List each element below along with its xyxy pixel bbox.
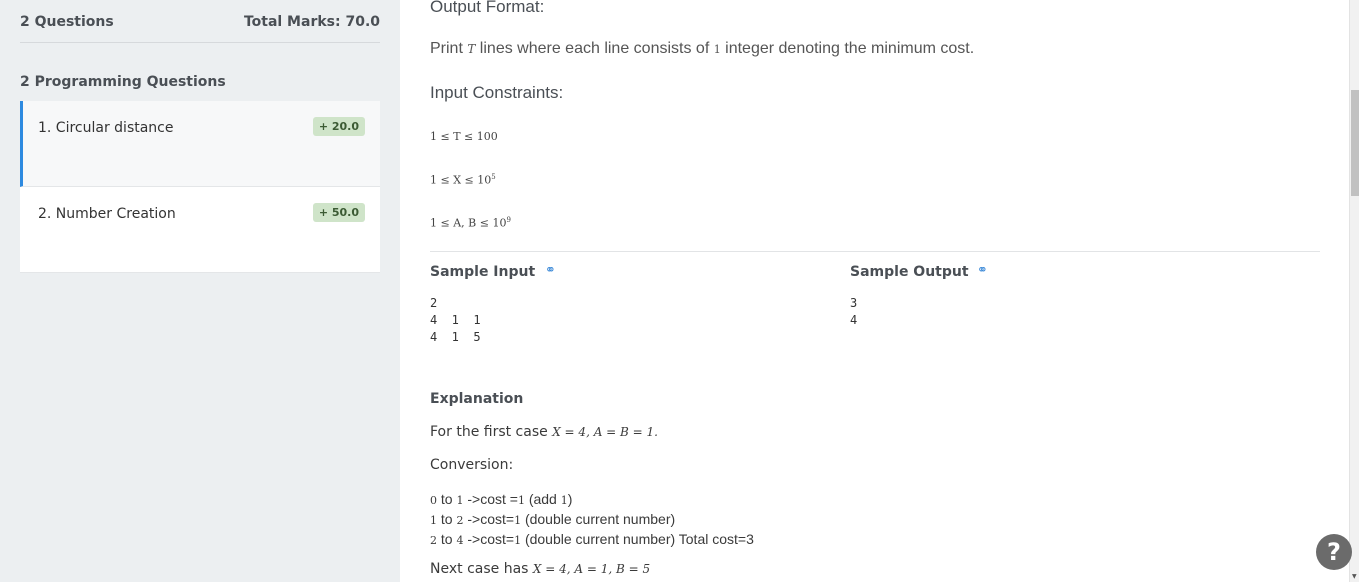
explanation-first-case: For the first case X = 4, A = B = 1. <box>430 424 658 440</box>
question-label: 1. Circular distance <box>38 120 174 136</box>
constraint-t: 1 ≤ T ≤ 100 <box>430 130 498 143</box>
next-case: Next case has X = 4, A = 1, B = 5 <box>430 561 650 577</box>
sample-input-label: Sample Input <box>430 264 536 280</box>
text: For the first case <box>430 424 553 440</box>
problem-content: Output Format: Print T lines where each … <box>400 0 1350 582</box>
question-label: 2. Number Creation <box>38 206 176 222</box>
sidebar-header: 2 Questions Total Marks: 70.0 <box>20 0 380 43</box>
question-item-circular-distance[interactable]: 1. Circular distance + 20.0 <box>20 101 380 187</box>
sample-output: 3 4 <box>850 296 858 327</box>
total-marks: Total Marks: 70.0 <box>243 14 380 30</box>
output-format-heading: Output Format: <box>430 0 545 16</box>
text: Next case has <box>430 561 533 577</box>
sample-output-label: Sample Output <box>850 264 969 280</box>
conversion-line: 1 to 2 ->cost=1 (double current number) <box>430 511 676 527</box>
num: 1 <box>514 514 522 527</box>
text: Print <box>430 40 468 57</box>
output-format-text: Print T lines where each line consists o… <box>430 40 974 58</box>
scrollbar[interactable]: ▼ <box>1349 0 1359 582</box>
constraint-text: 1 ≤ X ≤ 10 <box>430 173 492 187</box>
num: 1 <box>514 534 522 547</box>
text: integer denoting the minimum cost. <box>720 40 975 57</box>
math: X = 4, A = B = 1. <box>552 425 658 439</box>
questions-count: 2 Questions <box>20 14 114 30</box>
constraint-x: 1 ≤ X ≤ 105 <box>430 173 496 187</box>
text: (add <box>524 491 561 507</box>
text: ->cost = <box>463 491 518 507</box>
conversion-line: 2 to 4 ->cost=1 (double current number) … <box>430 531 754 547</box>
num: 0 <box>430 494 437 507</box>
conversion-label: Conversion: <box>430 457 514 473</box>
sidebar: 2 Questions Total Marks: 70.0 2 Programm… <box>0 0 400 582</box>
text: (double current number) Total cost= <box>521 531 747 547</box>
conversion-line: 0 to 1 ->cost =1 (add 1) <box>430 491 573 507</box>
num: 1 <box>517 494 525 507</box>
scroll-down-arrow-icon[interactable]: ▼ <box>1352 573 1357 580</box>
exponent: 9 <box>506 216 511 224</box>
conversion-lines: 0 to 1 ->cost =1 (add 1) 1 to 2 ->cost=1… <box>430 490 754 550</box>
link-icon[interactable]: ⚭ <box>545 263 556 278</box>
num: 1 <box>560 494 568 507</box>
constraint-ab: 1 ≤ A, B ≤ 109 <box>430 216 511 230</box>
marks-badge: + 50.0 <box>312 203 365 222</box>
explanation-heading: Explanation <box>430 391 524 407</box>
constraint-text: 1 ≤ T ≤ 100 <box>430 130 498 143</box>
text: (double current number) <box>521 511 676 527</box>
math: X = 4, A = 1, B = 5 <box>532 562 651 576</box>
constraint-text: 1 ≤ A, B ≤ 10 <box>430 216 507 230</box>
scroll-thumb[interactable] <box>1351 90 1359 196</box>
text: lines where each line consists of <box>475 40 714 57</box>
num: 1 <box>430 514 437 527</box>
sample-input: 2 4 1 1 4 1 5 <box>430 296 481 344</box>
num: 2 <box>430 534 437 547</box>
divider <box>430 251 1320 252</box>
question-item-number-creation[interactable]: 2. Number Creation + 50.0 <box>20 187 380 273</box>
text: ->cost= <box>463 531 515 547</box>
section-title: 2 Programming Questions <box>20 74 226 90</box>
exponent: 5 <box>491 173 496 181</box>
marks-badge: + 20.0 <box>312 117 365 136</box>
constraints-heading: Input Constraints: <box>430 83 564 102</box>
text: ->cost= <box>463 511 515 527</box>
link-icon[interactable]: ⚭ <box>977 263 988 278</box>
text: ) <box>567 491 573 507</box>
text: 3 <box>746 531 754 547</box>
help-button[interactable]: ? <box>1316 534 1352 570</box>
math-num: 1 <box>713 43 721 56</box>
